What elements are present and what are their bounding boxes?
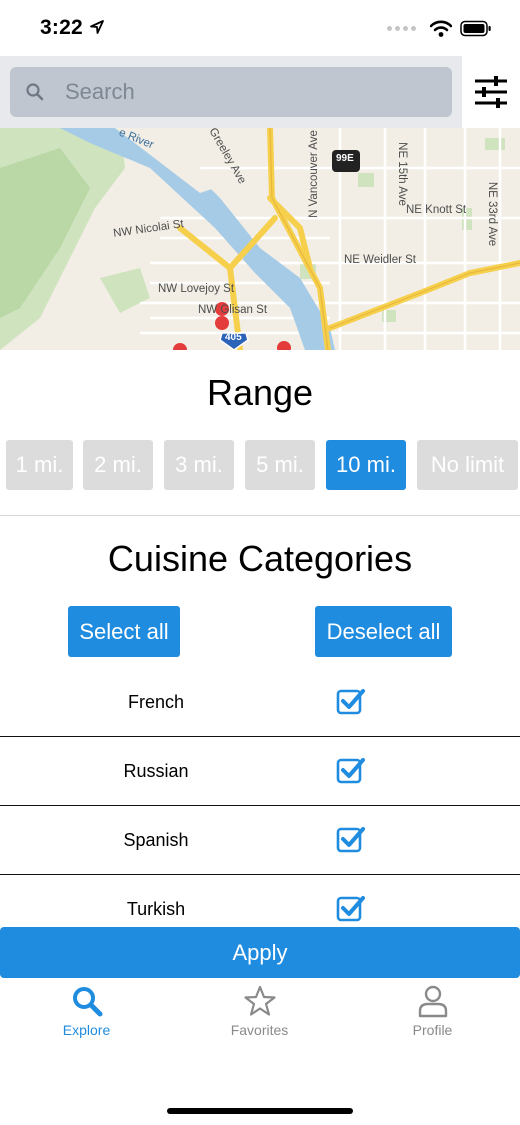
map-label: NW Lovejoy St [158,283,235,295]
range-title: Range [206,372,314,413]
highway-shield-405: 405 [225,332,242,343]
apply-button[interactable]: Apply [0,927,520,978]
star-icon [243,985,276,1016]
status-bar: 3:22 [0,0,520,56]
search-icon [26,83,44,101]
tab-bar: Explore Favorites Profile [0,978,520,1125]
checkbox-checked-icon[interactable] [336,755,366,785]
search-icon [72,987,102,1017]
cuisine-row-french[interactable]: French [0,668,520,737]
signal-dots-icon [387,25,416,31]
tab-label: Profile [412,1022,453,1038]
status-time: 3:22 [40,16,83,39]
map-view[interactable]: e River Greeley Ave N Vancouver Ave NE 1… [0,128,520,350]
tab-explore[interactable]: Explore [0,984,173,1044]
checkbox-checked-icon[interactable] [336,893,366,923]
cuisine-list: French Russian Spanish Turkish [0,668,520,928]
cuisine-name: Spanish [123,830,189,850]
range-option-no-limit[interactable]: No limit [417,440,518,490]
cuisine-row-spanish[interactable]: Spanish [0,806,520,875]
search-input[interactable] [65,67,445,117]
section-divider [0,515,520,516]
map-label: NE 33rd Ave [486,181,499,247]
filter-panel [462,56,520,128]
search-box[interactable] [10,67,452,117]
person-icon [418,985,447,1018]
search-row [0,56,520,128]
cuisine-title: Cuisine Categories [107,538,413,579]
range-option-5mi[interactable]: 5 mi. [245,440,315,490]
map-label: NE 15th Ave [395,142,408,206]
range-option-1mi[interactable]: 1 mi. [6,440,73,490]
highway-shield-99e: 99E [336,153,354,164]
tab-label: Explore [62,1022,111,1038]
range-option-3mi[interactable]: 3 mi. [164,440,234,490]
range-selector: 1 mi. 2 mi. 3 mi. 5 mi. 10 mi. No limit [6,440,518,490]
map-label: NE Weidler St [344,254,417,266]
map-label: NW Glisan St [198,304,268,316]
home-indicator [167,1108,353,1114]
checkbox-checked-icon[interactable] [336,686,366,716]
cuisine-name: French [127,692,185,712]
map-label: NE Knott St [406,204,467,216]
tab-label: Favorites [230,1022,289,1038]
cuisine-name: Turkish [126,899,186,919]
tab-profile[interactable]: Profile [346,984,519,1044]
location-arrow-icon [90,20,104,34]
select-all-button[interactable]: Select all [68,606,180,657]
cuisine-row-russian[interactable]: Russian [0,737,520,806]
deselect-all-button[interactable]: Deselect all [315,606,452,657]
filter-sliders-icon[interactable] [474,75,508,109]
tab-favorites[interactable]: Favorites [173,984,346,1044]
wifi-icon [430,20,452,37]
range-option-10mi[interactable]: 10 mi. [326,440,406,490]
cuisine-name: Russian [123,761,189,781]
cuisine-row-turkish[interactable]: Turkish [0,875,520,928]
checkbox-checked-icon[interactable] [336,824,366,854]
battery-icon [460,20,491,36]
map-graphic [0,128,520,350]
range-option-2mi[interactable]: 2 mi. [83,440,153,490]
map-label: N Vancouver Ave [307,130,320,218]
